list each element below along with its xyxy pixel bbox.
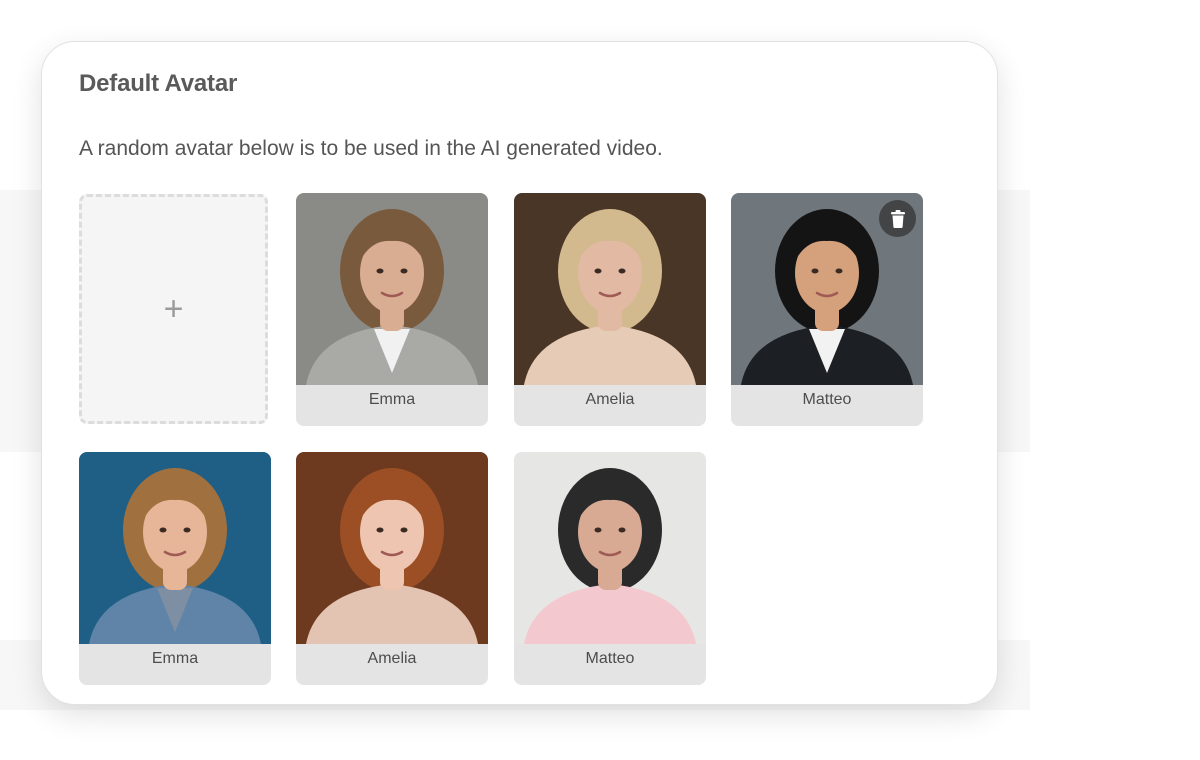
avatar-photo bbox=[296, 193, 488, 385]
avatar-name: Amelia bbox=[296, 644, 488, 685]
plus-icon: + bbox=[163, 290, 184, 328]
avatar-photo bbox=[514, 193, 706, 385]
avatar-name: Emma bbox=[296, 385, 488, 426]
avatar-tile-amelia[interactable]: Amelia bbox=[296, 452, 488, 685]
card-description: A random avatar below is to be used in t… bbox=[79, 137, 663, 160]
default-avatar-card: Default Avatar A random avatar below is … bbox=[41, 41, 998, 705]
add-avatar-button[interactable]: + bbox=[79, 194, 268, 424]
avatar-name: Matteo bbox=[514, 644, 706, 685]
avatar-tile-emma[interactable]: Emma bbox=[79, 452, 271, 685]
avatar-name: Emma bbox=[79, 644, 271, 685]
avatar-name: Amelia bbox=[514, 385, 706, 426]
trash-icon bbox=[890, 209, 905, 228]
card-title: Default Avatar bbox=[79, 70, 238, 97]
avatar-tile-amelia[interactable]: Amelia bbox=[514, 193, 706, 426]
delete-avatar-button[interactable] bbox=[879, 200, 916, 237]
avatar-photo bbox=[79, 452, 271, 644]
avatar-tile-matteo[interactable]: Matteo bbox=[514, 452, 706, 685]
avatar-photo bbox=[296, 452, 488, 644]
avatar-tile-matteo[interactable]: Matteo bbox=[731, 193, 923, 426]
avatar-photo bbox=[514, 452, 706, 644]
avatar-tile-emma[interactable]: Emma bbox=[296, 193, 488, 426]
avatar-name: Matteo bbox=[731, 385, 923, 426]
